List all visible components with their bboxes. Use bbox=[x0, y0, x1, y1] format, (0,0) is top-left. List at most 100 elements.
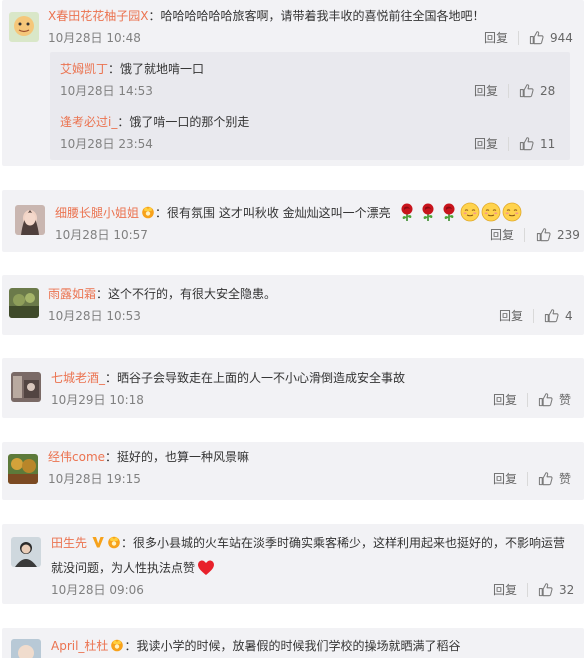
reply-button[interactable]: 回复 bbox=[493, 392, 517, 408]
like-count: 944 bbox=[550, 31, 573, 45]
rose-icon bbox=[439, 202, 459, 222]
avatar[interactable] bbox=[9, 288, 39, 318]
avatar[interactable] bbox=[11, 372, 41, 402]
verified-v-icon bbox=[91, 535, 105, 549]
member-badge-icon bbox=[107, 535, 121, 549]
shy-smile-icon bbox=[481, 202, 501, 222]
reply-button[interactable]: 回复 bbox=[490, 227, 514, 243]
like-count: 239 bbox=[557, 228, 580, 242]
comment-card: 田生先 ：很多小县城的火车站在淡季时确实乘客稀少，这样利用起来也挺好的，不影响运营… bbox=[2, 524, 584, 604]
avatar[interactable] bbox=[8, 454, 38, 484]
thumbs-up-icon bbox=[544, 308, 559, 323]
comment-text: ：哈哈哈哈哈哈旅客啊，请带着我丰收的喜悦前往全国各地吧！ bbox=[148, 9, 485, 23]
like-count: 11 bbox=[540, 137, 556, 151]
like-button[interactable]: 239 bbox=[536, 227, 580, 243]
avatar[interactable] bbox=[11, 639, 41, 658]
comment-time: 10月28日 19:15 bbox=[48, 472, 141, 486]
comment-time: 10月28日 10:48 bbox=[48, 31, 141, 45]
reply-content: 艾姆凯丁：饿了就地啃一口 bbox=[60, 60, 204, 78]
divider bbox=[533, 309, 534, 323]
username-link[interactable]: 逢考必过i_ bbox=[60, 115, 117, 129]
avatar[interactable] bbox=[11, 537, 41, 567]
username-link[interactable]: 七城老酒_ bbox=[51, 371, 105, 385]
comment-text: ：这个不行的，有很大安全隐患。 bbox=[96, 287, 277, 301]
comment-card: 细腰长腿小姐姐 ：很有氛围 这才叫秋收 金灿灿这叫一个漂亮 10月28日 10:5… bbox=[2, 190, 584, 252]
like-button[interactable]: 11 bbox=[519, 136, 555, 152]
comment-text: ：很多小县城的火车站在淡季时确实乘客稀少，这样利用起来也挺好的，不影响运营 bbox=[121, 536, 566, 550]
like-button[interactable]: 4 bbox=[544, 308, 573, 324]
like-button[interactable]: 28 bbox=[519, 83, 555, 99]
username-link[interactable]: 细腰长腿小姐姐 bbox=[55, 206, 139, 220]
reply-button[interactable]: 回复 bbox=[474, 136, 498, 152]
comment-card: 雨露如霜：这个不行的，有很大安全隐患。 10月28日 10:53 回复 4 bbox=[2, 275, 584, 335]
comment-content: 雨露如霜：这个不行的，有很大安全隐患。 bbox=[48, 285, 276, 303]
like-label: 赞 bbox=[559, 393, 572, 407]
avatar[interactable] bbox=[15, 205, 45, 235]
thumbs-up-icon bbox=[519, 83, 534, 98]
reply-button[interactable]: 回复 bbox=[484, 30, 508, 46]
comment-content: April_杜杜 ：我读小学的时候，放暑假的时候我们学校的操场就晒满了稻谷 bbox=[51, 637, 460, 655]
reply-time: 10月28日 23:54 bbox=[60, 137, 153, 151]
reply-list: 艾姆凯丁：饿了就地啃一口 10月28日 14:53 回复 28 逢考必过i_：饿… bbox=[50, 52, 570, 160]
comment-content: 细腰长腿小姐姐 ：很有氛围 这才叫秋收 金灿灿这叫一个漂亮 bbox=[55, 202, 522, 222]
like-button[interactable]: 32 bbox=[538, 582, 574, 598]
divider bbox=[508, 137, 509, 151]
username-link[interactable]: 雨露如霜 bbox=[48, 287, 96, 301]
avatar[interactable] bbox=[9, 12, 39, 42]
rose-icon bbox=[397, 202, 417, 222]
reply-button[interactable]: 回复 bbox=[493, 582, 517, 598]
thumbs-up-icon bbox=[536, 227, 551, 242]
comment-card: X春田花花柚子园X：哈哈哈哈哈哈旅客啊，请带着我丰收的喜悦前往全国各地吧！ 10… bbox=[2, 0, 584, 166]
shy-smile-icon bbox=[502, 202, 522, 222]
comment-time: 10月28日 10:53 bbox=[48, 309, 141, 323]
thumbs-up-icon bbox=[529, 30, 544, 45]
divider bbox=[508, 84, 509, 98]
rose-icon bbox=[418, 202, 438, 222]
comment-card: 经伟come：挺好的，也算一种风景嘛 10月28日 19:15 回复 赞 bbox=[2, 442, 584, 500]
like-button[interactable]: 赞 bbox=[538, 471, 571, 487]
comment-time: 10月28日 10:57 bbox=[55, 228, 148, 242]
member-badge-icon bbox=[141, 205, 155, 219]
comment-text: ：挺好的，也算一种风景嘛 bbox=[105, 450, 250, 464]
like-count: 28 bbox=[540, 84, 556, 98]
comment-text: ：晒谷子会导致走在上面的人一不小心滑倒造成安全事故 bbox=[105, 371, 406, 385]
reply-text: ：饿了啃一口的那个别走 bbox=[117, 115, 250, 129]
reply-time: 10月28日 14:53 bbox=[60, 84, 153, 98]
reply-text: ：饿了就地啃一口 bbox=[108, 62, 205, 76]
thumbs-up-icon bbox=[519, 136, 534, 151]
divider bbox=[527, 393, 528, 407]
thumbs-up-icon bbox=[538, 392, 553, 407]
divider bbox=[524, 228, 525, 242]
comment-content: 七城老酒_：晒谷子会导致走在上面的人一不小心滑倒造成安全事故 bbox=[51, 369, 405, 387]
reply-button[interactable]: 回复 bbox=[493, 471, 517, 487]
comment-card: April_杜杜 ：我读小学的时候，放暑假的时候我们学校的操场就晒满了稻谷 bbox=[2, 628, 584, 658]
comment-text: 就没问题，为人性执法点赞 bbox=[51, 561, 196, 575]
comment-text: ：很有氛围 这才叫秋收 金灿灿这叫一个漂亮 bbox=[155, 206, 391, 220]
divider bbox=[527, 583, 528, 597]
username-link[interactable]: 田生先 bbox=[51, 536, 87, 550]
reply-button[interactable]: 回复 bbox=[499, 308, 523, 324]
thumbs-up-icon bbox=[538, 582, 553, 597]
divider bbox=[518, 31, 519, 45]
comment-content: 经伟come：挺好的，也算一种风景嘛 bbox=[48, 448, 249, 466]
like-count: 4 bbox=[565, 309, 573, 323]
like-count: 32 bbox=[559, 583, 575, 597]
comment-content: X春田花花柚子园X：哈哈哈哈哈哈旅客啊，请带着我丰收的喜悦前往全国各地吧！ bbox=[48, 7, 484, 25]
reply-content: 逢考必过i_：饿了啃一口的那个别走 bbox=[60, 113, 249, 131]
like-label: 赞 bbox=[559, 472, 572, 486]
comment-card: 七城老酒_：晒谷子会导致走在上面的人一不小心滑倒造成安全事故 10月29日 10… bbox=[2, 358, 584, 418]
reply-button[interactable]: 回复 bbox=[474, 83, 498, 99]
comment-text: ：我读小学的时候，放暑假的时候我们学校的操场就晒满了稻谷 bbox=[124, 639, 461, 653]
member-badge-icon bbox=[110, 638, 124, 652]
divider bbox=[527, 472, 528, 486]
comment-content: 田生先 ：很多小县城的火车站在淡季时确实乘客稀少，这样利用起来也挺好的，不影响运营 bbox=[51, 534, 565, 552]
username-link[interactable]: 艾姆凯丁 bbox=[60, 62, 108, 76]
username-link[interactable]: 经伟come bbox=[48, 450, 105, 464]
username-link[interactable]: X春田花花柚子园X bbox=[48, 9, 148, 23]
comment-time: 10月29日 10:18 bbox=[51, 393, 144, 407]
comment-content-line2: 就没问题，为人性执法点赞 bbox=[51, 557, 216, 577]
heart-icon bbox=[196, 557, 216, 577]
like-button[interactable]: 944 bbox=[529, 30, 573, 46]
like-button[interactable]: 赞 bbox=[538, 392, 571, 408]
username-link[interactable]: April_杜杜 bbox=[51, 639, 108, 653]
